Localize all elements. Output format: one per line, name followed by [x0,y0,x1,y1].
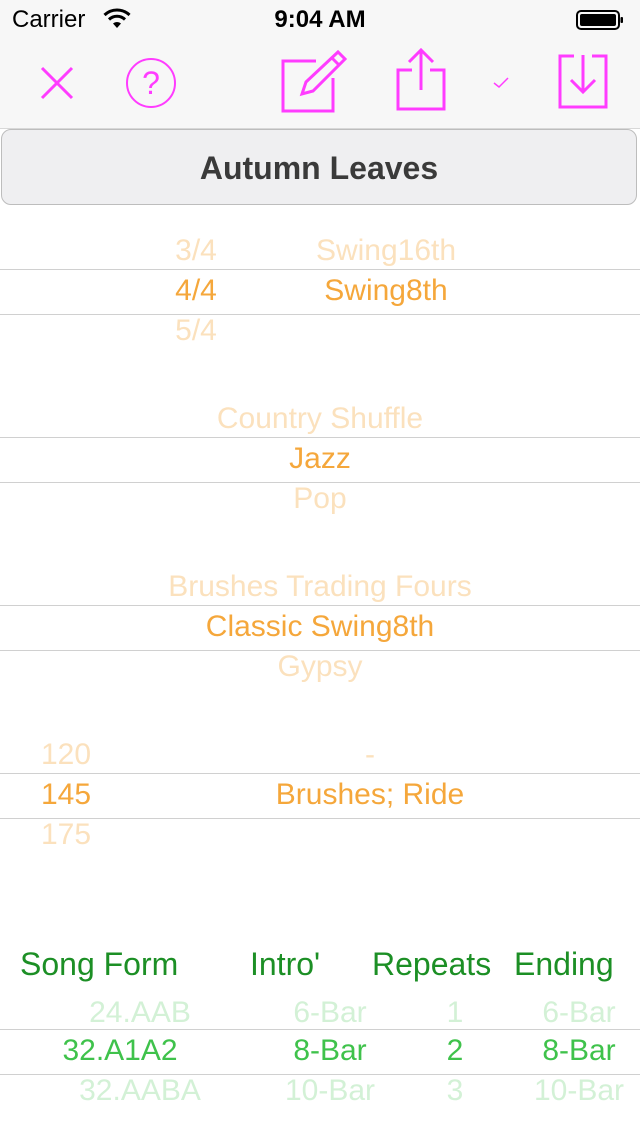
help-icon[interactable]: ? [125,57,177,109]
picker-divider [0,314,640,315]
meter-option[interactable]: 5/4 [140,314,252,348]
tempo-option[interactable]: 175 [14,818,118,852]
repeats-selected[interactable]: 2 [420,1034,490,1068]
ending-option[interactable]: 6-Bar [512,996,640,1030]
repeats-option[interactable]: 3 [420,1074,490,1108]
intro-option[interactable]: 6-Bar [250,996,410,1030]
repeats-option[interactable]: 1 [420,996,490,1030]
intro-selected[interactable]: 8-Bar [250,1034,410,1068]
style-option[interactable]: Brushes Trading Fours [0,570,640,604]
genre-option[interactable]: Country Shuffle [0,402,640,436]
toolbar: ? [0,40,640,129]
svg-text:?: ? [142,65,160,101]
drums-option[interactable]: - [140,738,600,772]
picker-divider [0,269,640,270]
feel-selected[interactable]: Swing8th [260,274,512,308]
close-icon[interactable] [38,64,76,102]
genre-selected[interactable]: Jazz [0,442,640,476]
intro-header: Intro' [250,946,321,982]
picker-divider [0,605,640,606]
intro-option[interactable]: 10-Bar [250,1074,410,1108]
picker-divider [0,773,640,774]
ending-header: Ending [514,946,614,982]
feel-option[interactable]: Swing16th [260,234,512,268]
ending-option[interactable]: 10-Bar [512,1074,640,1108]
song-title-button[interactable]: Autumn Leaves [1,129,637,205]
song-form-header: Song Form [20,946,179,982]
song-form-option[interactable]: 32.AABA [40,1074,240,1108]
status-bar: Carrier 9:04 AM [0,0,640,40]
ending-selected[interactable]: 8-Bar [512,1034,640,1068]
tempo-option[interactable]: 120 [14,738,118,772]
download-icon[interactable] [557,52,609,110]
battery-icon [576,10,623,30]
meter-selected[interactable]: 4/4 [140,274,252,308]
style-option[interactable]: Gypsy [0,650,640,684]
edit-icon[interactable] [280,48,350,114]
drums-selected[interactable]: Brushes; Ride [140,778,600,812]
picker-divider [0,437,640,438]
meter-option[interactable]: 3/4 [140,234,252,268]
share-icon[interactable] [395,46,447,112]
tempo-selected[interactable]: 145 [14,778,118,812]
genre-option[interactable]: Pop [0,482,640,516]
style-selected[interactable]: Classic Swing8th [0,610,640,644]
clock: 9:04 AM [274,6,366,33]
repeats-header: Repeats [372,946,492,982]
song-form-option[interactable]: 24.AAB [40,996,240,1030]
checkmark-icon[interactable] [492,76,510,90]
song-form-selected[interactable]: 32.A1A2 [20,1034,220,1068]
